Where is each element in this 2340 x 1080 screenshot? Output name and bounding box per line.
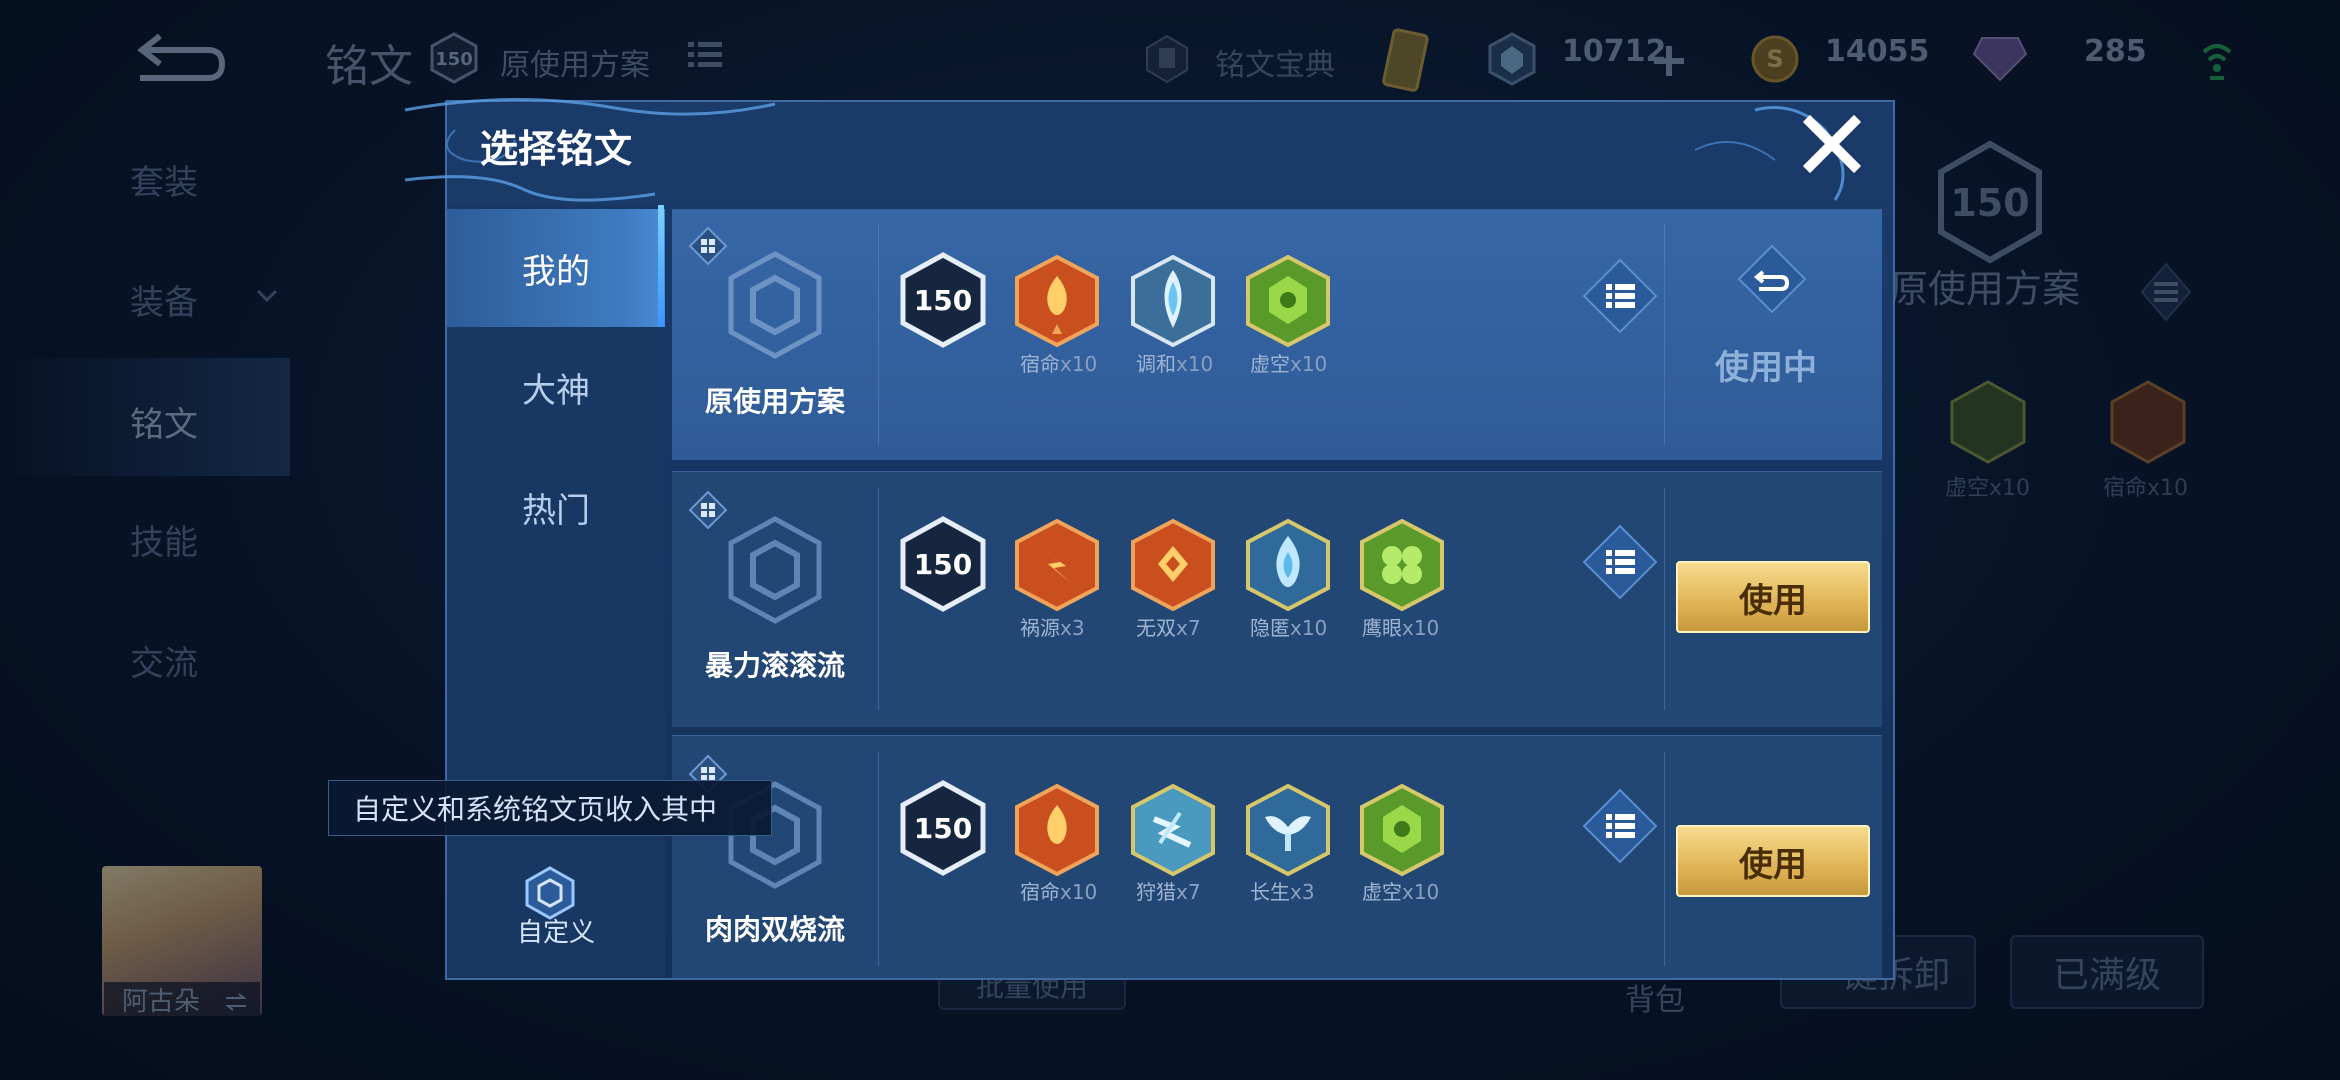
use-plan-button[interactable]: 使用 <box>1676 561 1870 633</box>
drag-handle-icon[interactable] <box>688 490 728 530</box>
row-divider <box>878 488 879 710</box>
plan-menu-icon[interactable] <box>1582 524 1658 600</box>
plan-level-3: 150 <box>914 812 972 845</box>
plan-level-2: 150 <box>914 548 972 581</box>
rune-harmony-icon[interactable] <box>1130 254 1216 348</box>
rune-fate-icon[interactable] <box>1014 254 1100 348</box>
tab-mine[interactable]: 我的 <box>447 209 665 327</box>
plan-menu-icon[interactable] <box>1582 788 1658 864</box>
rune-label: 隐匿x10 <box>1250 616 1328 640</box>
rune-label: 狩猎x7 <box>1136 880 1201 904</box>
level-150-badge: 150 <box>900 252 986 348</box>
tab-masters[interactable]: 大神 <box>447 328 665 446</box>
level-150-badge: 150 <box>900 780 986 876</box>
rune-void-icon[interactable] <box>1359 783 1445 877</box>
rune-label: 调和x10 <box>1136 352 1214 376</box>
plan-emblem-icon <box>728 251 822 359</box>
row-divider <box>878 225 879 445</box>
row-divider <box>878 752 879 966</box>
plan-name-2: 暴力滚滚流 <box>704 649 845 682</box>
use-plan-button[interactable]: 使用 <box>1676 825 1870 897</box>
rune-label: 虚空x10 <box>1362 880 1440 904</box>
in-use-return-icon <box>1737 244 1807 314</box>
rune-label: 宿命x10 <box>1020 880 1098 904</box>
rune-label: 鹰眼x10 <box>1362 616 1440 640</box>
rune-hunt-icon[interactable] <box>1130 783 1216 877</box>
row-divider <box>1664 225 1665 445</box>
close-icon[interactable] <box>1800 112 1864 176</box>
in-use-status: 使用中 <box>1715 348 1817 388</box>
row-divider <box>1664 488 1665 710</box>
tab-popular[interactable]: 热门 <box>447 448 665 566</box>
plan-name-1: 原使用方案 <box>704 385 845 418</box>
plan-name-3: 肉肉双烧流 <box>704 913 845 946</box>
drag-handle-icon[interactable] <box>688 226 728 266</box>
rune-matchless-icon[interactable] <box>1130 518 1216 612</box>
active-tab-indicator <box>658 205 664 327</box>
custom-tab-label[interactable]: 自定义 <box>447 912 665 949</box>
plan-emblem-icon <box>728 516 822 624</box>
rune-hawkeye-icon[interactable] <box>1359 518 1445 612</box>
rune-calamity-icon[interactable] <box>1014 518 1100 612</box>
rune-label: 宿命x10 <box>1020 352 1098 376</box>
rune-fate-icon[interactable] <box>1014 783 1100 877</box>
rune-label: 长生x3 <box>1250 880 1315 904</box>
row-divider <box>1664 752 1665 966</box>
level-150-badge: 150 <box>900 516 986 612</box>
rune-longevity-icon[interactable] <box>1245 783 1331 877</box>
rune-label: 祸源x3 <box>1020 616 1085 640</box>
plan-menu-icon[interactable] <box>1582 258 1658 334</box>
custom-tooltip: 自定义和系统铭文页收入其中 <box>328 780 772 836</box>
rune-stealth-icon[interactable] <box>1245 518 1331 612</box>
rune-void-icon[interactable] <box>1245 254 1331 348</box>
rune-label: 无双x7 <box>1136 616 1201 640</box>
plan-level-1: 150 <box>914 284 972 317</box>
rune-label: 虚空x10 <box>1250 352 1328 376</box>
modal-title: 选择铭文 <box>480 127 633 171</box>
